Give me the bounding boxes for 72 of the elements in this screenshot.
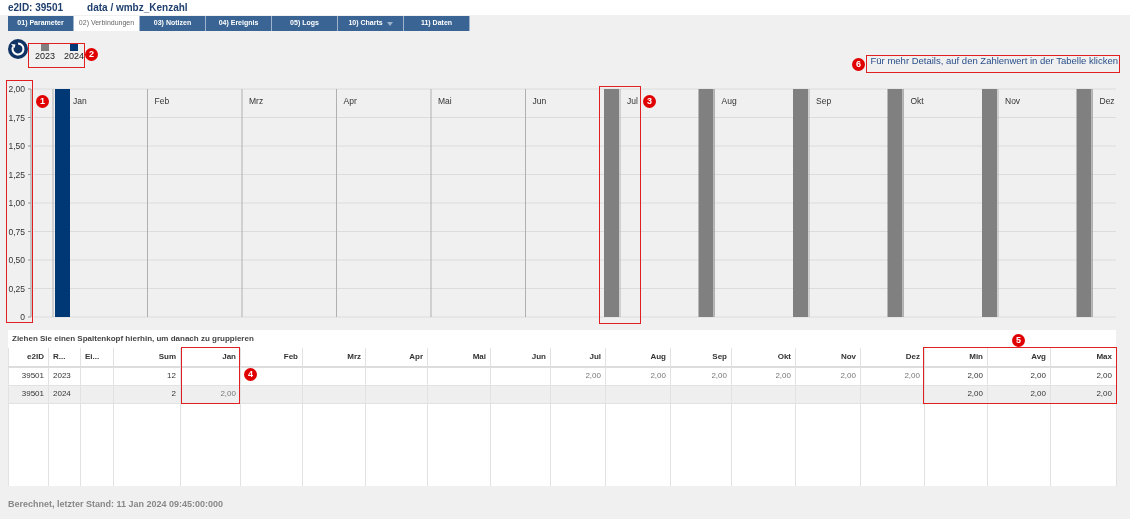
column-header[interactable]: Nov [795,348,861,367]
axis-tick-label: 1,75 [8,112,25,123]
chart-bar[interactable] [1076,89,1092,317]
axis-tick-label: 0,25 [8,283,25,294]
axis-category-label: Jun [532,96,547,106]
column-header[interactable]: Jun [490,348,551,367]
table-cell[interactable]: 2,00 [585,371,601,381]
table-cell[interactable]: 2,00 [220,389,236,398]
axis-category-label: Nov [1005,96,1021,106]
axis-tick-label: 1,00 [8,198,25,208]
table-cell[interactable]: 2,00 [904,371,920,381]
legend-label: 2023 [35,51,56,62]
table-cell: 39501 [21,371,44,381]
group-panel-hint: Ziehen Sie einen Spaltenkopf hierhin, um danach zu gruppieren [12,333,254,345]
table-cell: 12 [167,371,176,381]
chart-bar[interactable] [887,89,903,317]
table-cell[interactable]: 2,00 [1096,389,1112,398]
axis-category-label: Jul [627,96,638,106]
column-header[interactable]: Apr [365,348,428,367]
axis-category-label: Mai [438,96,452,106]
table-cell[interactable]: 2,00 [1030,371,1046,381]
table-cell[interactable]: 2,00 [1096,371,1112,381]
axis-category-label: Apr [343,96,357,106]
table-cell: 2023 [53,371,71,381]
column-header[interactable]: Ei... [80,348,114,367]
table-cell[interactable]: 2,00 [711,371,727,381]
axis-category-label: Aug [721,96,737,106]
callout-badge: 2 [85,48,98,61]
axis-category-label: Dez [1099,96,1115,106]
column-header[interactable]: Sep [670,348,732,367]
column-header[interactable]: R... [48,348,81,367]
record-id: e2ID: 39501 [8,1,64,15]
callout-badge: 3 [643,95,656,108]
refresh-icon[interactable] [8,39,28,59]
record-path: data / wmbz_Kenzahl [87,1,188,15]
axis-tick-label: 0,50 [8,255,25,265]
chart-bar[interactable] [55,89,70,317]
table-cell: 39501 [21,389,44,398]
column-header[interactable]: Jul [550,348,606,367]
legend-label: 2024 [64,51,85,62]
axis-tick-label: 0,75 [8,226,25,237]
table-cell: 2 [171,389,176,398]
table-cell[interactable]: 2,00 [840,371,856,381]
axis-category-label: Mrz [249,96,264,106]
table-cell[interactable]: 2,00 [1030,389,1046,398]
column-header[interactable]: Mai [427,348,491,367]
axis-tick-label: 0 [20,312,25,322]
column-header[interactable]: Mrz [302,348,366,367]
details-link[interactable]: Für mehr Details, auf den Zahlenwert in der Tabelle klicken [870,55,1118,67]
chart-bar[interactable] [793,89,808,317]
table-cell[interactable]: 2,00 [775,371,791,381]
axis-tick-label: 1,25 [8,169,25,180]
axis-category-label: Sep [816,96,832,106]
status-text: Berechnet, letzter Stand: 11 Jan 2024 09:45:00:000 [8,498,224,511]
axis-tick-label: 2,00 [8,84,25,94]
chart-bar[interactable] [698,89,714,317]
axis-category-label: Jan [73,96,87,106]
chart-bar[interactable] [604,89,619,317]
table-cell: 2024 [53,389,71,398]
column-header[interactable]: Okt [731,348,796,367]
callout-badge: 1 [36,95,49,108]
table-cell[interactable]: 2,00 [967,389,983,398]
table-cell[interactable]: 2,00 [967,371,983,381]
table-cell[interactable]: 2,00 [650,371,666,381]
column-header[interactable]: e2ID [8,348,49,367]
axis-category-label: Okt [910,96,924,106]
axis-category-label: Feb [154,96,170,106]
chart-bar[interactable] [982,89,997,317]
callout-badge: 6 [852,58,865,71]
column-header[interactable]: Sum [113,348,181,367]
axis-tick-label: 1,50 [8,141,25,151]
column-header[interactable]: Aug [605,348,671,367]
